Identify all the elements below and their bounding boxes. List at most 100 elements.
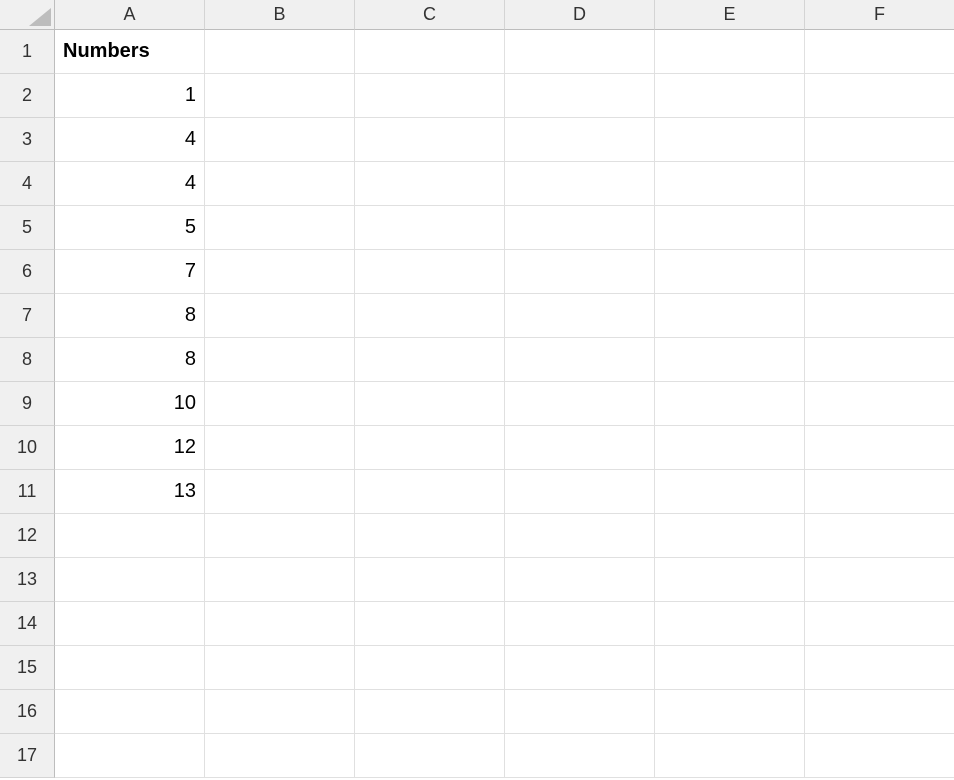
row-header-10[interactable]: 10 bbox=[0, 426, 55, 470]
cell-E15[interactable] bbox=[655, 646, 805, 690]
cell-A15[interactable] bbox=[55, 646, 205, 690]
cell-D4[interactable] bbox=[505, 162, 655, 206]
cell-C2[interactable] bbox=[355, 74, 505, 118]
cell-F13[interactable] bbox=[805, 558, 954, 602]
cell-D9[interactable] bbox=[505, 382, 655, 426]
cell-B10[interactable] bbox=[205, 426, 355, 470]
cell-C4[interactable] bbox=[355, 162, 505, 206]
row-header-4[interactable]: 4 bbox=[0, 162, 55, 206]
cell-D12[interactable] bbox=[505, 514, 655, 558]
cell-F2[interactable] bbox=[805, 74, 954, 118]
cell-F5[interactable] bbox=[805, 206, 954, 250]
row-header-15[interactable]: 15 bbox=[0, 646, 55, 690]
col-header-A[interactable]: A bbox=[55, 0, 205, 30]
cell-C9[interactable] bbox=[355, 382, 505, 426]
cell-E2[interactable] bbox=[655, 74, 805, 118]
cell-F14[interactable] bbox=[805, 602, 954, 646]
cell-B12[interactable] bbox=[205, 514, 355, 558]
row-header-14[interactable]: 14 bbox=[0, 602, 55, 646]
cell-A1[interactable]: Numbers bbox=[55, 30, 205, 74]
cell-A3[interactable]: 4 bbox=[55, 118, 205, 162]
cell-C7[interactable] bbox=[355, 294, 505, 338]
cell-F10[interactable] bbox=[805, 426, 954, 470]
cell-E3[interactable] bbox=[655, 118, 805, 162]
cell-A4[interactable]: 4 bbox=[55, 162, 205, 206]
cell-D3[interactable] bbox=[505, 118, 655, 162]
cell-C15[interactable] bbox=[355, 646, 505, 690]
cell-D16[interactable] bbox=[505, 690, 655, 734]
cell-F6[interactable] bbox=[805, 250, 954, 294]
select-all-corner[interactable] bbox=[0, 0, 55, 30]
cell-D14[interactable] bbox=[505, 602, 655, 646]
cell-D10[interactable] bbox=[505, 426, 655, 470]
cell-F17[interactable] bbox=[805, 734, 954, 778]
cell-E9[interactable] bbox=[655, 382, 805, 426]
cell-B17[interactable] bbox=[205, 734, 355, 778]
row-header-12[interactable]: 12 bbox=[0, 514, 55, 558]
cell-C16[interactable] bbox=[355, 690, 505, 734]
col-header-E[interactable]: E bbox=[655, 0, 805, 30]
cell-B2[interactable] bbox=[205, 74, 355, 118]
cell-C3[interactable] bbox=[355, 118, 505, 162]
cell-C5[interactable] bbox=[355, 206, 505, 250]
cell-F1[interactable] bbox=[805, 30, 954, 74]
cell-D2[interactable] bbox=[505, 74, 655, 118]
cell-B11[interactable] bbox=[205, 470, 355, 514]
cell-E11[interactable] bbox=[655, 470, 805, 514]
cell-A7[interactable]: 8 bbox=[55, 294, 205, 338]
row-header-8[interactable]: 8 bbox=[0, 338, 55, 382]
row-header-2[interactable]: 2 bbox=[0, 74, 55, 118]
cell-E7[interactable] bbox=[655, 294, 805, 338]
cell-A13[interactable] bbox=[55, 558, 205, 602]
cell-F16[interactable] bbox=[805, 690, 954, 734]
cell-E12[interactable] bbox=[655, 514, 805, 558]
cell-F4[interactable] bbox=[805, 162, 954, 206]
col-header-C[interactable]: C bbox=[355, 0, 505, 30]
col-header-D[interactable]: D bbox=[505, 0, 655, 30]
cell-A14[interactable] bbox=[55, 602, 205, 646]
cell-D6[interactable] bbox=[505, 250, 655, 294]
cell-B1[interactable] bbox=[205, 30, 355, 74]
cell-C12[interactable] bbox=[355, 514, 505, 558]
row-header-6[interactable]: 6 bbox=[0, 250, 55, 294]
cell-C8[interactable] bbox=[355, 338, 505, 382]
cell-F11[interactable] bbox=[805, 470, 954, 514]
cell-B13[interactable] bbox=[205, 558, 355, 602]
cell-F9[interactable] bbox=[805, 382, 954, 426]
cell-D15[interactable] bbox=[505, 646, 655, 690]
cell-A2[interactable]: 1 bbox=[55, 74, 205, 118]
cell-C13[interactable] bbox=[355, 558, 505, 602]
row-header-3[interactable]: 3 bbox=[0, 118, 55, 162]
cell-E14[interactable] bbox=[655, 602, 805, 646]
cell-B7[interactable] bbox=[205, 294, 355, 338]
cell-F8[interactable] bbox=[805, 338, 954, 382]
col-header-B[interactable]: B bbox=[205, 0, 355, 30]
cell-B8[interactable] bbox=[205, 338, 355, 382]
cell-C14[interactable] bbox=[355, 602, 505, 646]
cell-E1[interactable] bbox=[655, 30, 805, 74]
cell-D17[interactable] bbox=[505, 734, 655, 778]
cell-D8[interactable] bbox=[505, 338, 655, 382]
cell-D11[interactable] bbox=[505, 470, 655, 514]
cell-F3[interactable] bbox=[805, 118, 954, 162]
cell-E4[interactable] bbox=[655, 162, 805, 206]
cell-F15[interactable] bbox=[805, 646, 954, 690]
cell-B9[interactable] bbox=[205, 382, 355, 426]
cell-A8[interactable]: 8 bbox=[55, 338, 205, 382]
row-header-11[interactable]: 11 bbox=[0, 470, 55, 514]
col-header-F[interactable]: F bbox=[805, 0, 954, 30]
row-header-9[interactable]: 9 bbox=[0, 382, 55, 426]
cell-E13[interactable] bbox=[655, 558, 805, 602]
cell-E5[interactable] bbox=[655, 206, 805, 250]
row-header-16[interactable]: 16 bbox=[0, 690, 55, 734]
cell-A9[interactable]: 10 bbox=[55, 382, 205, 426]
cell-D13[interactable] bbox=[505, 558, 655, 602]
cell-A5[interactable]: 5 bbox=[55, 206, 205, 250]
row-header-1[interactable]: 1 bbox=[0, 30, 55, 74]
row-header-7[interactable]: 7 bbox=[0, 294, 55, 338]
cell-B3[interactable] bbox=[205, 118, 355, 162]
cell-C10[interactable] bbox=[355, 426, 505, 470]
cell-A6[interactable]: 7 bbox=[55, 250, 205, 294]
cell-E17[interactable] bbox=[655, 734, 805, 778]
cell-A10[interactable]: 12 bbox=[55, 426, 205, 470]
